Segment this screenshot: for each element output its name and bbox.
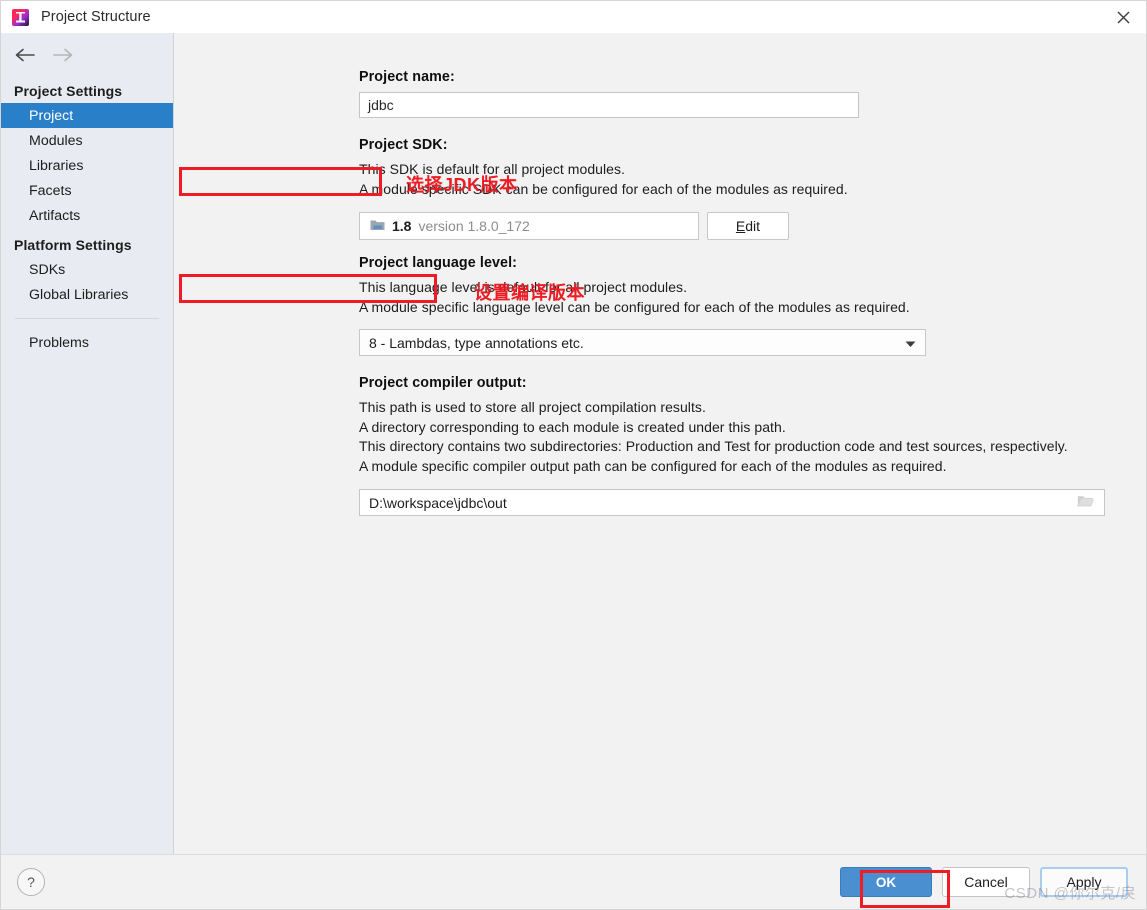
chevron-down-icon [905, 335, 916, 351]
sidebar-item-label: Artifacts [29, 207, 81, 224]
sidebar-group-project-settings: Project Settings [14, 83, 123, 99]
project-structure-dialog: Project Structure Project Settings Proje… [0, 0, 1147, 910]
sidebar-item-label: Project [29, 107, 74, 124]
project-sdk-combo[interactable]: 1.8 version 1.8.0_172 [359, 212, 699, 240]
project-name-value: jdbc [368, 97, 394, 113]
sidebar-item-project[interactable]: Project [1, 103, 173, 128]
cancel-button[interactable]: Cancel [942, 867, 1030, 897]
edit-sdk-label-rest: dit [745, 218, 761, 234]
sidebar-item-label: Problems [29, 334, 89, 351]
compiler-output-description-line-4: A module specific compiler output path c… [359, 457, 947, 474]
title-bar: Project Structure [1, 1, 1146, 33]
project-sdk-version: version 1.8.0_172 [418, 218, 530, 234]
intellij-idea-icon [12, 8, 29, 26]
compiler-output-path-value: D:\workspace\jdbc\out [369, 494, 507, 511]
sidebar-item-sdks[interactable]: SDKs [1, 257, 173, 282]
compiler-output-path-input[interactable]: D:\workspace\jdbc\out [359, 489, 1105, 516]
dialog-body: Project Settings Project Modules Librari… [1, 33, 1146, 854]
project-sdk-label: Project SDK: [359, 137, 448, 153]
compiler-output-description-line-3: This directory contains two subdirectori… [359, 438, 1068, 454]
sidebar-item-problems[interactable]: Problems [1, 330, 173, 355]
sidebar-item-libraries[interactable]: Libraries [1, 153, 173, 178]
sidebar-item-label: Facets [29, 182, 72, 199]
edit-sdk-mnemonic: E [735, 218, 746, 234]
language-level-annotation-note: 设置编译版本 [474, 283, 585, 303]
language-level-combo[interactable]: 8 - Lambdas, type annotations etc. [359, 329, 926, 356]
project-settings-panel: Project name: jdbc Project SDK: This SDK… [174, 33, 1146, 854]
close-icon[interactable] [1100, 1, 1146, 33]
footer-action-buttons: OK Cancel Apply [840, 867, 1128, 897]
arrow-right-icon[interactable] [52, 48, 74, 65]
language-level-value: 8 - Lambdas, type annotations etc. [369, 334, 584, 351]
edit-sdk-button[interactable]: Edit [707, 212, 789, 240]
compiler-output-description-line-2: A directory corresponding to each module… [359, 418, 786, 435]
sidebar-group-platform-settings: Platform Settings [14, 237, 132, 253]
settings-sidebar: Project Settings Project Modules Librari… [1, 33, 174, 854]
sidebar-item-label: Libraries [29, 157, 84, 174]
project-sdk-row: 1.8 version 1.8.0_172 Edit [359, 212, 1146, 240]
project-sdk-name: 1.8 [392, 218, 412, 234]
sidebar-item-artifacts[interactable]: Artifacts [1, 203, 173, 228]
navigation-arrows [1, 41, 173, 71]
project-name-label: Project name: [359, 69, 455, 85]
sidebar-separator [15, 318, 159, 319]
folder-browse-icon[interactable] [1077, 494, 1094, 511]
apply-button[interactable]: Apply [1040, 867, 1128, 897]
sidebar-item-global-libraries[interactable]: Global Libraries [1, 282, 173, 307]
language-level-label: Project language level: [359, 255, 518, 271]
sidebar-item-facets[interactable]: Facets [1, 178, 173, 203]
arrow-left-icon[interactable] [14, 48, 36, 65]
ok-button[interactable]: OK [840, 867, 932, 897]
sidebar-item-label: Global Libraries [29, 286, 129, 303]
project-name-input[interactable]: jdbc [359, 92, 859, 118]
sidebar-item-label: SDKs [29, 261, 66, 278]
folder-sdk-icon [370, 218, 385, 234]
compiler-output-description-line-1: This path is used to store all project c… [359, 399, 706, 415]
sdk-combo-highlight [179, 167, 382, 196]
help-button[interactable]: ? [17, 868, 45, 896]
sidebar-item-label: Modules [29, 132, 83, 149]
sidebar-item-modules[interactable]: Modules [1, 128, 173, 153]
window-title: Project Structure [41, 9, 151, 25]
compiler-output-label: Project compiler output: [359, 375, 527, 391]
dialog-footer: ? OK Cancel Apply [1, 854, 1146, 909]
sdk-annotation-note: 选择JDK版本 [406, 175, 518, 195]
